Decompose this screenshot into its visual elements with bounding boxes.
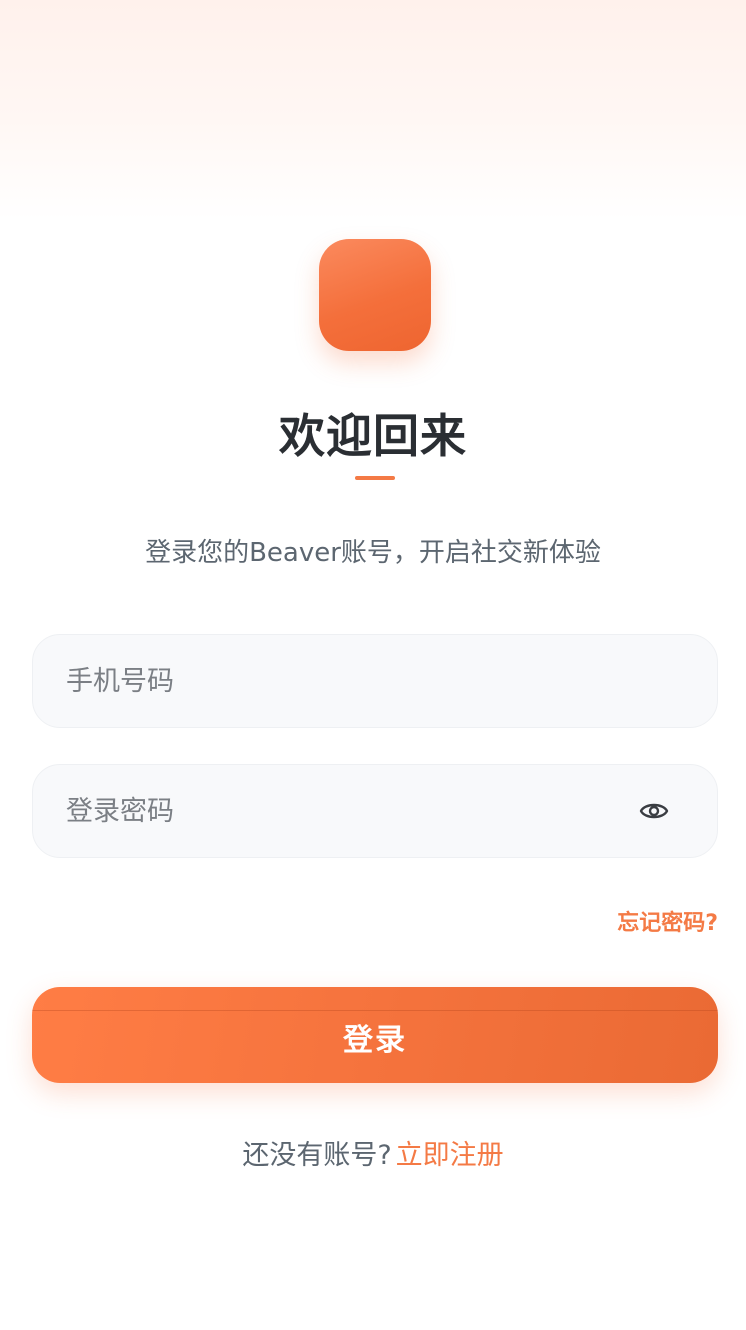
no-account-text: 还没有账号? — [242, 1140, 392, 1171]
forgot-password-link[interactable]: 忘记密码? — [617, 905, 718, 937]
login-page: 欢迎回来 登录您的Beaver账号，开启社交新体验 忘记密码? 登录 还没有账号… — [0, 0, 746, 1330]
phone-field — [32, 634, 718, 728]
app-logo-icon — [319, 239, 431, 351]
register-link[interactable]: 立即注册 — [396, 1140, 504, 1171]
login-button[interactable]: 登录 — [32, 987, 718, 1083]
password-field — [32, 764, 718, 858]
page-title: 欢迎回来 — [279, 409, 467, 463]
password-input[interactable] — [66, 781, 626, 841]
phone-input[interactable] — [66, 651, 626, 711]
register-row: 还没有账号? 立即注册 — [0, 1133, 746, 1172]
title-underline — [355, 476, 395, 480]
eye-icon[interactable] — [639, 798, 669, 824]
page-subtitle: 登录您的Beaver账号，开启社交新体验 — [145, 538, 601, 568]
login-button-label: 登录 — [343, 1023, 407, 1058]
